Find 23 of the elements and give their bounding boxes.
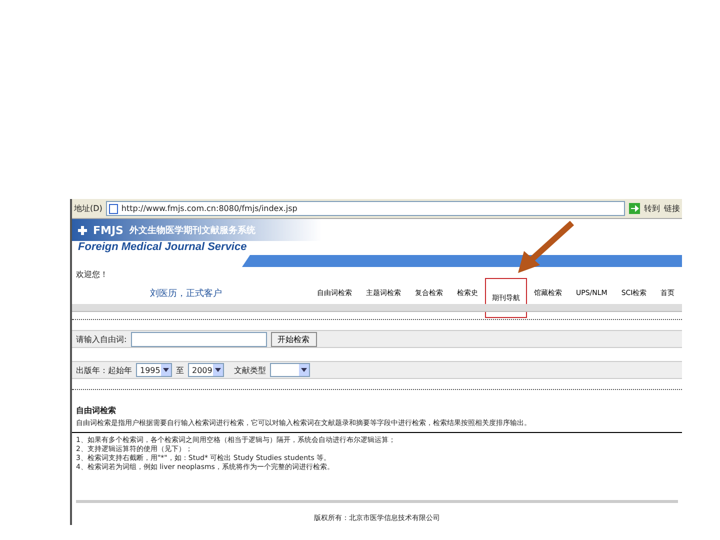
go-label[interactable]: 转到 bbox=[644, 203, 660, 214]
search-button[interactable]: 开始检索 bbox=[270, 332, 317, 346]
links-label[interactable]: 链接 bbox=[664, 203, 680, 214]
logo-title: 外文生物医学期刊文献服务系统 bbox=[129, 224, 256, 236]
type-label: 文献类型 bbox=[234, 364, 266, 376]
address-label: 地址(D) bbox=[74, 203, 102, 214]
type-select[interactable] bbox=[270, 363, 310, 377]
search-field[interactable] bbox=[130, 332, 267, 346]
user-name: 刘医历，正式客户 bbox=[150, 288, 223, 300]
year-to-select[interactable]: 2009 bbox=[188, 363, 224, 377]
search-label: 请输入自由词: bbox=[76, 334, 127, 344]
address-field[interactable]: http://www.fmjs.com.cn:8080/fmjs/index.jsp bbox=[106, 201, 625, 216]
go-arrow-icon[interactable] bbox=[629, 203, 640, 214]
arrow-icon bbox=[516, 221, 576, 275]
help-title: 自由词检索 bbox=[75, 405, 117, 417]
welcome-text: 欢迎您！ bbox=[75, 269, 109, 281]
year-label: 出版年：起始年 bbox=[76, 364, 132, 376]
site-title: Foreign Medical Journal Service bbox=[77, 241, 248, 253]
year-from-select[interactable]: 1995 bbox=[136, 363, 172, 377]
page-icon bbox=[109, 204, 118, 214]
logo-mark: FMJS bbox=[93, 224, 124, 236]
cross-icon bbox=[78, 226, 87, 234]
to-label: 至 bbox=[176, 364, 184, 376]
